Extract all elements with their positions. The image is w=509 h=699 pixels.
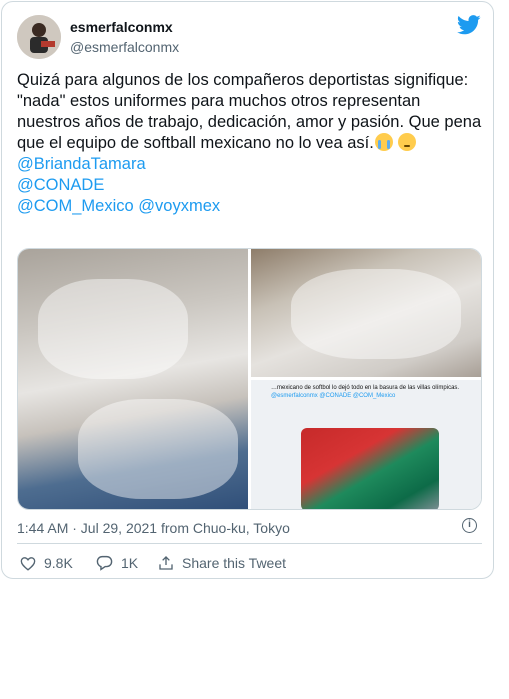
photo-screenshot-bottom-right[interactable]: …mexicano de softbol lo dejó todo en la …	[251, 380, 481, 509]
plastic-bag-shape	[38, 279, 188, 379]
screenshot-text: …mexicano de softbol lo dejó todo en la …	[271, 385, 460, 399]
info-icon[interactable]: i	[462, 518, 477, 533]
tweet-timestamp[interactable]: 1:44 AM · Jul 29, 2021 from Chuo-ku, Tok…	[17, 520, 290, 536]
share-button[interactable]: Share this Tweet	[158, 555, 286, 571]
reply-count: 1K	[121, 555, 139, 571]
like-button[interactable]: 9.8K	[20, 555, 73, 571]
pensive-face-icon	[398, 133, 417, 151]
avatar-image	[17, 15, 61, 59]
photo-bags-top-right[interactable]	[251, 249, 481, 377]
share-label: Share this Tweet	[182, 555, 287, 571]
mention-brianda[interactable]: @BriandaTamara	[17, 155, 146, 173]
mention-voyxmex[interactable]: @voyxmex	[138, 197, 220, 215]
plastic-bag-shape	[291, 269, 461, 359]
heart-icon	[20, 556, 36, 571]
divider	[17, 543, 482, 544]
like-count: 9.8K	[44, 555, 73, 571]
author-handle[interactable]: @esmerfalconmx	[70, 39, 179, 55]
tweet-card: esmerfalconmx @esmerfalconmx Quizá para …	[1, 1, 494, 579]
twitter-bird-icon[interactable]	[457, 15, 481, 35]
loudly-crying-face-icon	[374, 133, 393, 151]
uniform-photo	[301, 428, 439, 509]
reply-button[interactable]: 1K	[96, 555, 138, 571]
plastic-bag-shape	[78, 399, 238, 499]
share-icon	[159, 556, 173, 570]
mention-conade[interactable]: @CONADE	[17, 176, 104, 194]
photo-bags-left[interactable]	[18, 249, 248, 509]
reply-bubble-icon	[96, 555, 113, 571]
media-grid: …mexicano de softbol lo dejó todo en la …	[17, 248, 482, 510]
tweet-text: Quizá para algunos de los compañeros dep…	[17, 70, 482, 217]
mention-com-mexico[interactable]: @COM_Mexico	[17, 197, 134, 215]
author-name[interactable]: esmerfalconmx	[70, 19, 173, 35]
avatar[interactable]	[17, 15, 61, 59]
